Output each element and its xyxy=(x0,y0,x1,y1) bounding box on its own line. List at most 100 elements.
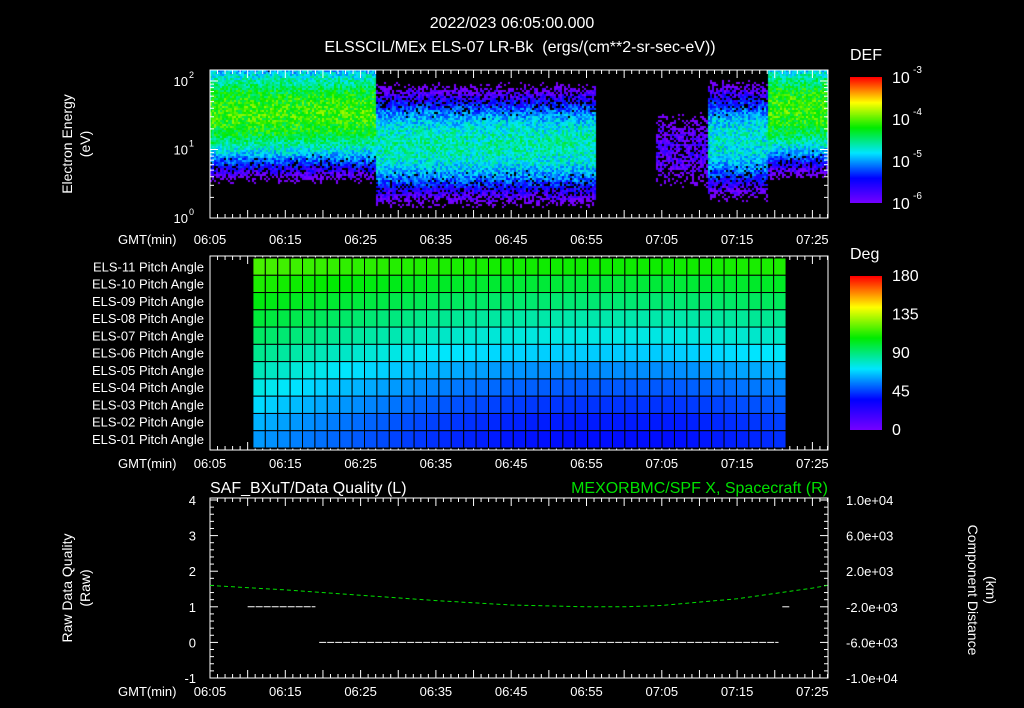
pitch-cell xyxy=(748,274,762,294)
pitch-x-tick-label: 06:15 xyxy=(269,456,302,471)
pitch-cell xyxy=(450,309,465,328)
pitch-cell xyxy=(450,395,465,414)
pitch-row-label: ELS-02 Pitch Angle xyxy=(92,415,204,430)
pitch-x-tick-label: 06:55 xyxy=(570,456,603,471)
distance-tick-label: -1.0e+04 xyxy=(846,671,898,686)
pitch-cell xyxy=(624,292,638,311)
pitch-cell xyxy=(587,378,601,397)
pitch-cell xyxy=(351,257,366,276)
pitch-cell xyxy=(289,361,304,380)
pitch-cell xyxy=(289,257,304,276)
pitch-cell xyxy=(252,343,266,363)
pitch-cell xyxy=(425,257,440,276)
pitch-cell xyxy=(673,309,688,328)
pitch-cell xyxy=(549,326,564,345)
pitch-cell xyxy=(748,395,762,414)
pitch-cell xyxy=(401,412,415,432)
pitch-cell xyxy=(351,395,366,414)
pitch-cell xyxy=(339,257,353,276)
pitch-cell xyxy=(487,326,502,345)
pitch-cell xyxy=(487,257,502,276)
pitch-cell xyxy=(463,274,477,294)
pitch-cell xyxy=(277,292,291,311)
pitch-cell xyxy=(364,430,378,449)
pitch-cell xyxy=(673,378,688,397)
pitch-cell xyxy=(376,274,390,294)
pitch-cell xyxy=(636,430,651,449)
pitch-cell xyxy=(277,326,291,345)
pitch-cell xyxy=(376,343,390,363)
pitch-cell xyxy=(401,292,415,311)
pitch-cell xyxy=(686,412,700,432)
pitch-cell xyxy=(512,309,527,328)
pitch-cell xyxy=(624,430,638,449)
pitch-cell xyxy=(401,274,415,294)
pitch-cell xyxy=(760,274,775,294)
pitch-cell xyxy=(252,412,266,432)
pitch-cell xyxy=(487,395,502,414)
pitch-cell xyxy=(649,257,663,276)
pitch-cell xyxy=(624,378,638,397)
pitch-cell xyxy=(252,395,266,414)
pitch-cell xyxy=(512,361,527,380)
pitch-cell xyxy=(698,378,713,397)
pitch-cell xyxy=(611,309,626,328)
pitch-cell xyxy=(487,292,502,311)
pitch-cell xyxy=(413,326,427,345)
pitch-cell xyxy=(264,309,279,328)
pitch-cell xyxy=(611,343,626,363)
pitch-cell xyxy=(277,395,291,414)
pitch-cell xyxy=(599,309,613,328)
spectrogram-gmt-label: GMT(min) xyxy=(118,232,177,247)
pitch-cell xyxy=(512,292,527,311)
pitch-cell xyxy=(289,292,304,311)
pitch-gmt-label: GMT(min) xyxy=(118,456,177,471)
pitch-cell xyxy=(512,274,527,294)
pitch-cell xyxy=(438,326,452,345)
pitch-cell xyxy=(475,378,489,397)
energy-tick-exponent: 2 xyxy=(189,70,194,80)
pitch-cell xyxy=(326,292,341,311)
pitch-cell xyxy=(636,343,651,363)
pitch-cell xyxy=(574,257,589,276)
pitch-cell xyxy=(661,395,675,414)
pitch-colorbar-tick: 90 xyxy=(892,345,910,362)
pitch-cell xyxy=(537,292,551,311)
pitch-cell xyxy=(388,361,403,380)
pitch-cell xyxy=(351,378,366,397)
pitch-cell xyxy=(314,395,328,414)
pitch-cell xyxy=(611,412,626,432)
pitch-cell xyxy=(611,257,626,276)
pitch-cell xyxy=(500,412,514,432)
quality-tick-label: 2 xyxy=(189,564,196,579)
pitch-row-label: ELS-04 Pitch Angle xyxy=(92,380,204,395)
pitch-cell xyxy=(401,309,415,328)
pitch-cell xyxy=(562,378,576,397)
pitch-cell xyxy=(364,292,378,311)
pitch-cell xyxy=(698,292,713,311)
quality-tick-label: 0 xyxy=(189,635,196,650)
pitch-cell xyxy=(500,395,514,414)
energy-tick-exponent: 1 xyxy=(189,139,194,149)
energy-tick-label: 10 xyxy=(174,74,188,89)
pitch-cell xyxy=(673,412,688,432)
pitch-cell xyxy=(661,309,675,328)
pitch-cell xyxy=(549,274,564,294)
pitch-cell xyxy=(264,412,279,432)
pitch-cell xyxy=(302,430,316,449)
pitch-cell xyxy=(525,326,539,345)
pitch-cell xyxy=(636,257,651,276)
pitch-cell xyxy=(686,309,700,328)
pitch-cell xyxy=(264,326,279,345)
pitch-cell xyxy=(735,292,750,311)
pitch-cell xyxy=(698,395,713,414)
pitch-cell xyxy=(475,292,489,311)
pitch-cell xyxy=(438,412,452,432)
pitch-cell xyxy=(425,430,440,449)
pitch-cell xyxy=(487,430,502,449)
pitch-cell xyxy=(711,430,725,449)
pitch-cell xyxy=(686,395,700,414)
pitch-cell xyxy=(314,309,328,328)
pitch-cell xyxy=(748,343,762,363)
pitch-cell xyxy=(277,378,291,397)
